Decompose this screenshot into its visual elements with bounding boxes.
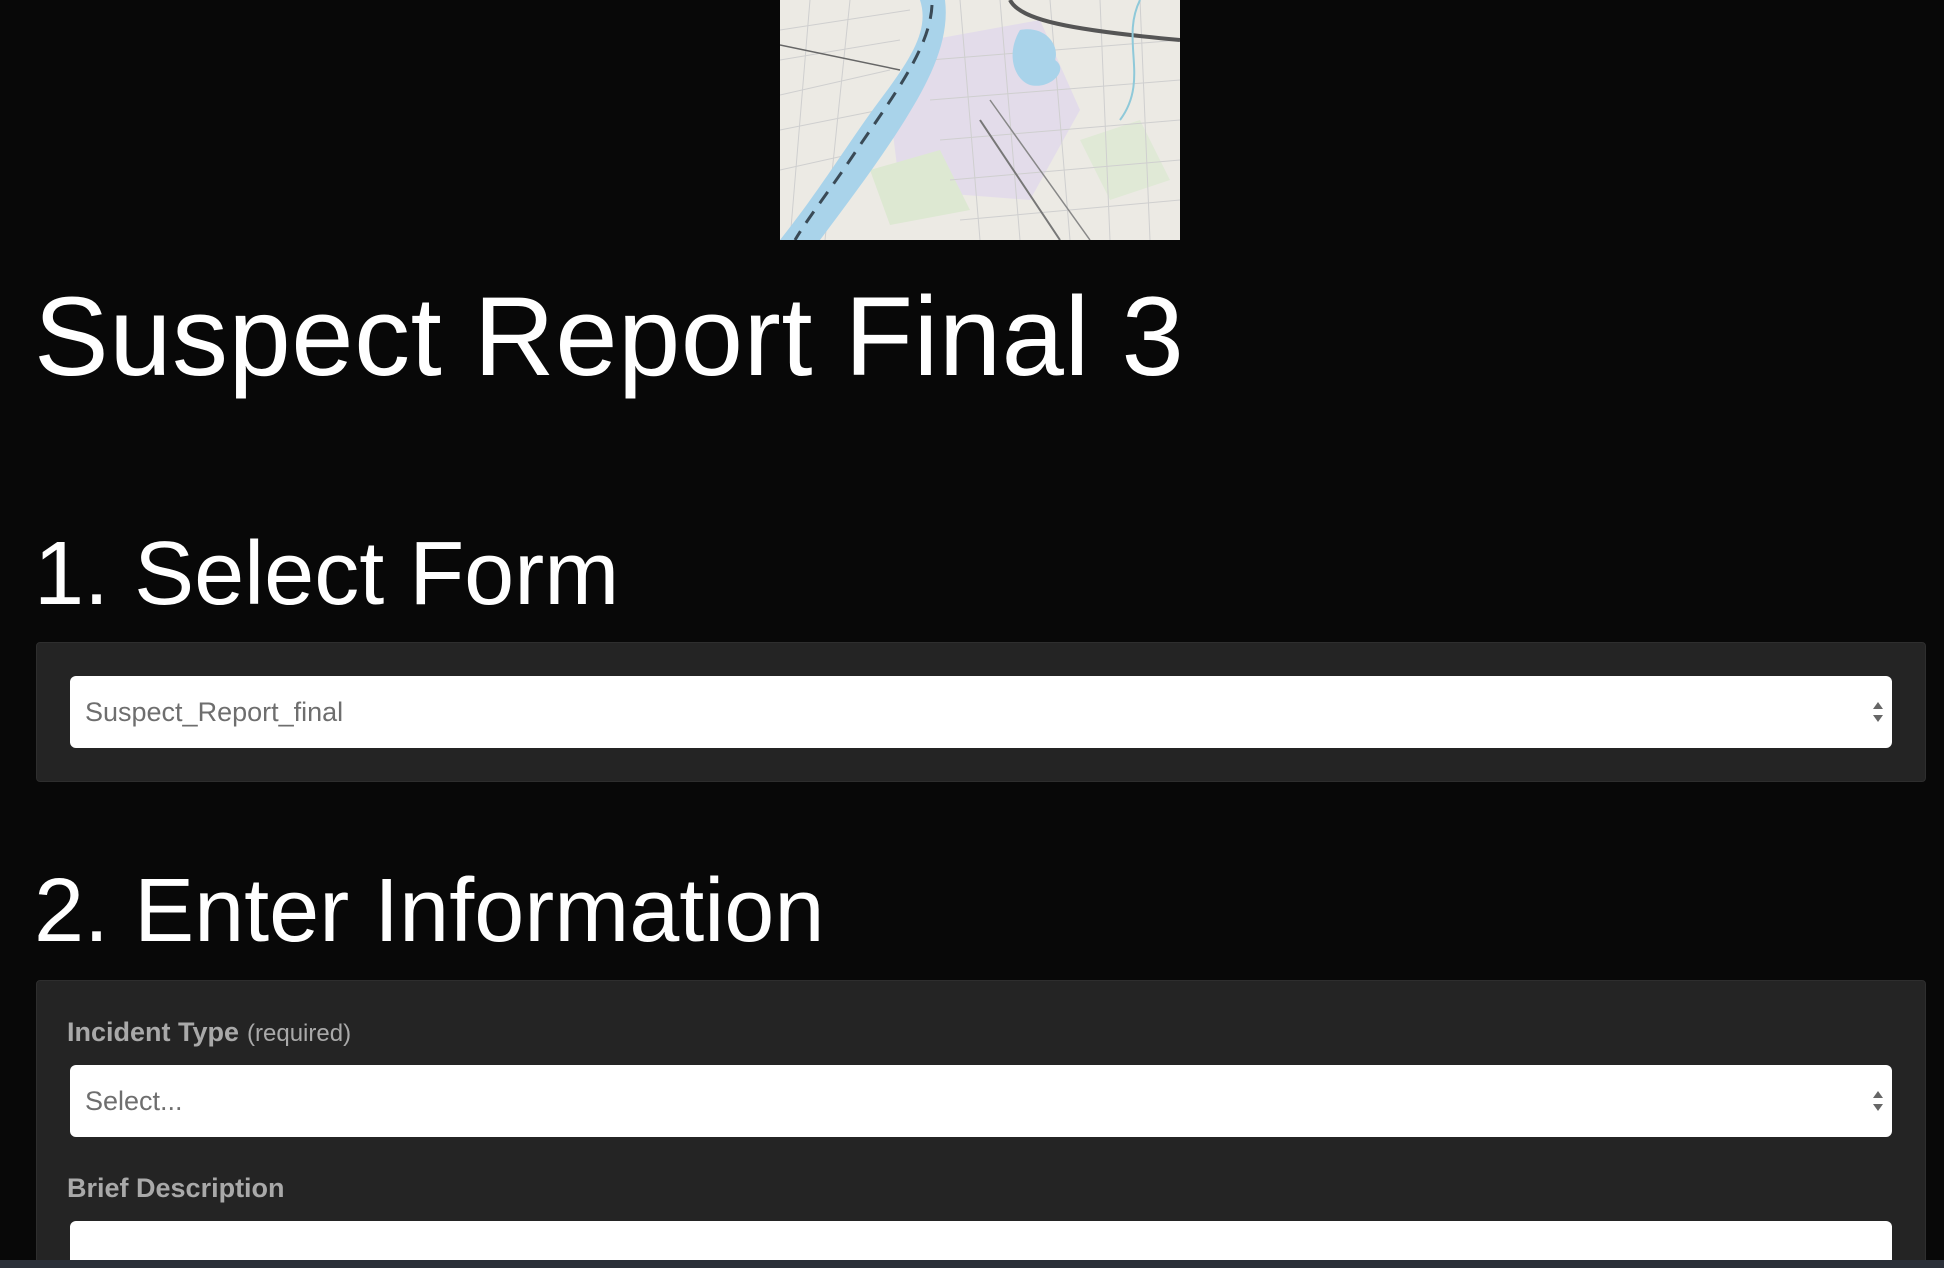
incident-type-label-text: Incident Type: [67, 1017, 240, 1047]
form-select-value: Suspect_Report_final: [85, 697, 344, 727]
brief-description-label: Brief Description: [67, 1173, 285, 1203]
incident-type-select[interactable]: Select...: [70, 1065, 1892, 1137]
select-arrows-icon: [1870, 1085, 1886, 1117]
form-select[interactable]: Suspect_Report_final: [70, 676, 1892, 748]
page-title: Suspect Report Final 3: [34, 274, 1185, 399]
select-arrows-icon: [1870, 696, 1886, 728]
enter-information-panel: Incident Type (required) Select... Brief …: [36, 980, 1926, 1268]
map-thumbnail: [780, 0, 1180, 240]
enter-information-heading: 2. Enter Information: [34, 861, 825, 961]
bottom-background-strip: [0, 1260, 1944, 1268]
incident-type-select-value: Select...: [85, 1086, 183, 1116]
select-form-heading: 1. Select Form: [34, 524, 620, 624]
page: Suspect Report Final 3 1. Select Form Su…: [0, 0, 1944, 1268]
incident-type-label: Incident Type (required): [67, 1017, 351, 1048]
required-hint: (required): [247, 1020, 352, 1047]
select-form-panel: Suspect_Report_final: [36, 642, 1926, 782]
